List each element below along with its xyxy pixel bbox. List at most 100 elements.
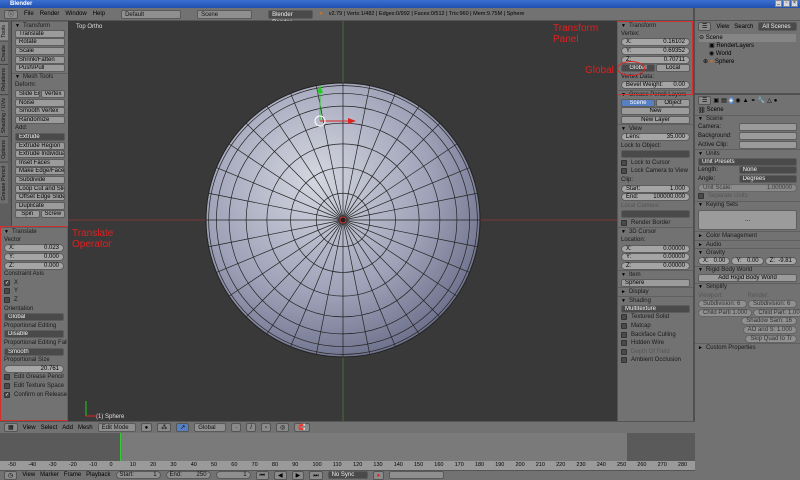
tab-create[interactable]: Create [0, 40, 8, 65]
inset-faces-button[interactable]: Inset Faces [15, 158, 65, 167]
modifiers-tab-icon[interactable]: 🔧 [758, 97, 765, 104]
angle-field[interactable]: Degrees [738, 175, 797, 184]
loop-cut-and-slide-button[interactable]: Loop Cut and Slide [15, 184, 65, 193]
new-layer-button[interactable]: New Layer [621, 115, 690, 124]
menu-help[interactable]: Help [93, 11, 105, 17]
play-reverse-icon[interactable]: ◀ [273, 470, 287, 480]
keying-sets-list[interactable]: ... [698, 210, 797, 231]
duplicate-button[interactable]: Duplicate [15, 201, 65, 210]
x-field[interactable]: X: 0.00000 [621, 244, 690, 253]
pivot-select-icon[interactable]: ⁂ [157, 423, 172, 432]
y-field[interactable]: Y: 0.00000 [621, 253, 690, 262]
properties-editor-icon[interactable]: ☰ [698, 96, 712, 105]
panel-header-rigid-body-world[interactable]: Rigid Body World [695, 265, 800, 275]
data-tab-icon[interactable]: △ [767, 97, 772, 104]
panel-header-transform[interactable]: Transform [12, 21, 68, 30]
translate-button[interactable]: Translate [15, 29, 65, 38]
background-field[interactable] [738, 132, 797, 141]
3d-viewport[interactable]: Top Ortho (1) Sphere Transform Panel Glo… [68, 21, 617, 421]
disable-select[interactable]: Disable [4, 330, 64, 339]
menu-file[interactable]: File [24, 11, 34, 17]
orientation-select[interactable]: Global [194, 423, 227, 432]
make-edge-face-button[interactable]: Make Edge/Face [15, 167, 65, 176]
separate-units-checkbox[interactable] [698, 193, 704, 200]
simplify-viewport-field[interactable]: Child Parti 1.000 [698, 308, 753, 317]
tab-options[interactable]: Options [0, 136, 8, 163]
new-button[interactable]: New [621, 107, 690, 116]
render-border-checkbox[interactable] [621, 219, 627, 226]
editor-type-icon[interactable]: ⓘ [4, 9, 19, 19]
snap-icon[interactable]: 🧲 [294, 423, 310, 432]
scale-button[interactable]: Scale [15, 47, 65, 56]
close-button[interactable]: × [791, 0, 798, 7]
tab-relations[interactable]: Relations [0, 64, 8, 95]
panel-header-shading[interactable]: Shading [618, 296, 693, 305]
simplify-render-field[interactable]: Child Part: 1.000 [753, 308, 800, 317]
x-field[interactable]: X: 0.16102 [621, 38, 690, 47]
panel-header-keying-sets[interactable]: Keying Sets [695, 200, 800, 210]
add-rigid-body-world-button[interactable]: Add Rigid Body World [698, 274, 797, 283]
panel-header-units[interactable]: Units [695, 148, 800, 158]
matcap-checkbox[interactable] [621, 323, 627, 330]
slide-ed-button[interactable]: Slide Ed [15, 90, 40, 99]
object-select[interactable] [621, 210, 690, 219]
layout-select[interactable]: Default [121, 9, 182, 19]
subdivide-button[interactable]: Subdivide [15, 175, 65, 184]
global-select[interactable]: Global [4, 313, 64, 322]
z-gravity-field[interactable]: Z: -9.81 [764, 257, 797, 266]
end-field[interactable]: End: 100000.000 [621, 193, 690, 202]
panel-header-scene[interactable]: Scene [695, 114, 800, 124]
menu-mesh[interactable]: Mesh [78, 425, 93, 431]
panel-header-color-management[interactable]: Color Management [695, 231, 800, 240]
mode-select[interactable]: Edit Mode [97, 423, 136, 432]
x-gravity-field[interactable]: X: 0.00 [698, 257, 731, 266]
spin-button[interactable]: Spin [15, 210, 40, 219]
constraints-tab-icon[interactable]: ⚭ [751, 97, 756, 104]
select-mode-face-icon[interactable]: ▫ [260, 423, 272, 432]
outliner-item-sphere[interactable]: ⊕ ● Sphere [699, 58, 796, 66]
editor-type-icon[interactable]: ◷ [4, 470, 18, 480]
camera-field[interactable] [738, 123, 797, 132]
confirm-on-release-checkbox[interactable]: ✓ [4, 391, 10, 398]
timeline[interactable]: -50 -40 -30 -20 -10 0 10 20 30 40 50 60 70 80 90 100 110… [0, 433, 695, 470]
y-field[interactable]: Y: 0.69352 [621, 47, 690, 56]
noise-button[interactable]: Noise [15, 98, 65, 107]
x-checkbox[interactable]: ✓ [4, 279, 10, 286]
render-tab-icon[interactable]: ▣ [713, 97, 719, 104]
global-button[interactable]: Global [621, 64, 655, 73]
end-frame-field[interactable]: End: 250 [165, 471, 211, 479]
outliner-item-scene[interactable]: ⊖ Scene [699, 34, 796, 42]
proportional-edit-icon[interactable]: ◎ [276, 423, 290, 432]
push-pull-button[interactable]: Push/Pull [15, 64, 65, 73]
editor-type-icon[interactable]: ▦ [4, 423, 18, 432]
tab-tools[interactable]: Tools [0, 21, 8, 41]
panel-header-simplify[interactable]: Simplify [695, 282, 800, 292]
z-field[interactable]: Z: 0.00000 [621, 261, 690, 270]
unit-scale-field[interactable]: Unit Scale: 1.000000 [698, 183, 797, 192]
y-gravity-field[interactable]: Y: 0.00 [731, 257, 764, 266]
simplify-viewport-field[interactable]: Subdivision: 6 [698, 300, 747, 309]
z-field[interactable]: Z: 0.000 [4, 261, 64, 270]
outliner-editor-icon[interactable]: ☰ [698, 22, 712, 31]
menu-window[interactable]: Window [65, 11, 86, 17]
panel-header-translate[interactable]: Translate [1, 227, 67, 236]
object-select[interactable] [621, 150, 690, 159]
outliner-search-menu[interactable]: Search [734, 24, 753, 30]
lock-camera-to-view-checkbox[interactable] [621, 168, 627, 175]
bevel-weight-field[interactable]: Bevel Weight: 0.00 [621, 81, 690, 90]
value-field[interactable]: 20.761 [4, 364, 64, 373]
z-checkbox[interactable] [4, 297, 10, 304]
z-field[interactable]: Z: 0.70711 [621, 55, 690, 64]
length-field[interactable]: None [738, 166, 797, 175]
shrink-fatten-button[interactable]: Shrink/Fatten [15, 55, 65, 64]
menu-add[interactable]: Add [62, 425, 73, 431]
start-frame-field[interactable]: Start: 1 [115, 471, 161, 479]
tab-grease-pencil[interactable]: Grease Pencil [0, 162, 8, 204]
y-checkbox[interactable] [4, 288, 10, 295]
shading-select-icon[interactable]: ● [140, 423, 153, 432]
simplify-render-field[interactable]: Shadow Sam: 16 [741, 317, 797, 326]
menu-frame[interactable]: Frame [64, 472, 81, 478]
ambient-occlusion-checkbox[interactable] [621, 357, 627, 364]
panel-header-item[interactable]: Item [618, 270, 693, 279]
menu-playback[interactable]: Playback [86, 472, 110, 478]
